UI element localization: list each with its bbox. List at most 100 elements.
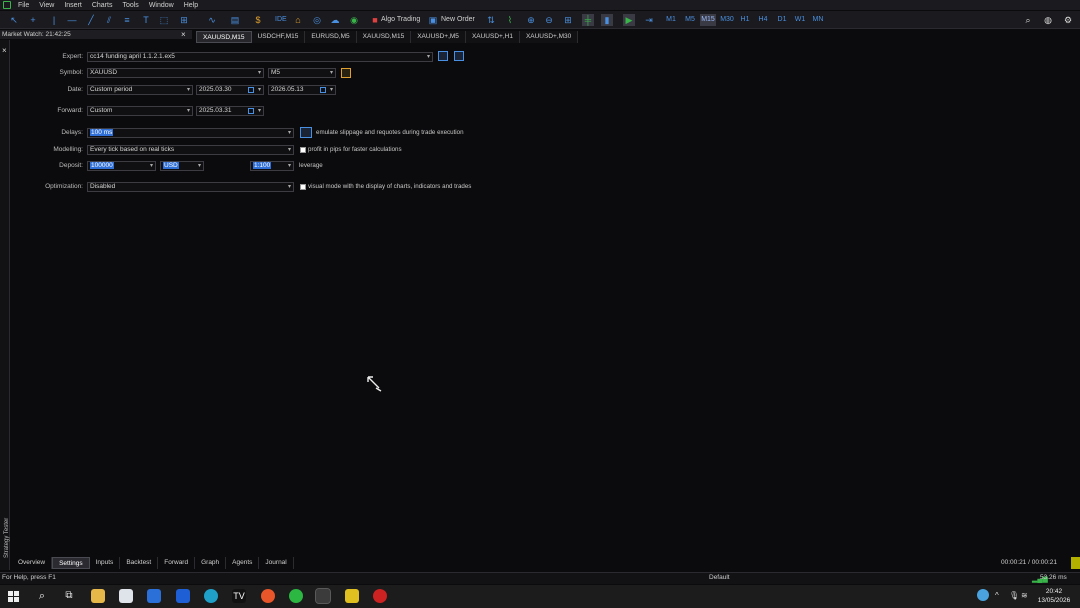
- microsoft-store-icon[interactable]: [119, 589, 133, 603]
- deposit-amount-select[interactable]: 100000 ▾: [87, 161, 156, 171]
- close-icon[interactable]: ×: [181, 30, 191, 39]
- date-mode-select[interactable]: Custom period ▾: [87, 85, 193, 95]
- tab-graph[interactable]: Graph: [195, 557, 227, 569]
- metatrader-app-icon[interactable]: [3, 1, 11, 9]
- timeframe-m5[interactable]: M5: [682, 14, 698, 26]
- tab-settings[interactable]: Settings: [52, 557, 90, 569]
- cursor-tool-icon[interactable]: ↖: [8, 14, 20, 26]
- optimization-select[interactable]: Disabled ▾: [87, 182, 294, 192]
- timeframe-h1[interactable]: H1: [737, 14, 753, 26]
- candlestick-icon[interactable]: ▮: [601, 14, 613, 26]
- vps-icon[interactable]: ◉: [348, 14, 360, 26]
- search-icon[interactable]: ⌕: [1022, 14, 1034, 26]
- timeframe-mn[interactable]: MN: [810, 14, 826, 26]
- deposit-currency-select[interactable]: USD ▾: [160, 161, 204, 171]
- algo-trading-icon[interactable]: ■: [369, 14, 381, 26]
- wifi-icon[interactable]: ≋: [1021, 589, 1031, 603]
- menu-window[interactable]: Window: [146, 2, 181, 9]
- autoscroll-icon[interactable]: ▶: [623, 14, 635, 26]
- chart-tab[interactable]: XAUUSD+,M30: [519, 31, 579, 43]
- ide-button[interactable]: IDE: [275, 14, 287, 26]
- new-order-button[interactable]: New Order: [441, 14, 475, 26]
- chart-tab[interactable]: USDCHF,M15: [251, 31, 306, 43]
- symbol-timeframe-select[interactable]: M5 ▾: [268, 68, 336, 78]
- symbol-select[interactable]: XAUUSD ▾: [87, 68, 264, 78]
- tab-backtest[interactable]: Backtest: [120, 557, 159, 569]
- expert-select[interactable]: cc14 funding april 1.1.2.1.ex5 ▾: [87, 52, 433, 62]
- chart-tab[interactable]: XAUUSD,M15: [356, 31, 412, 43]
- objects-menu-icon[interactable]: ⊞: [178, 14, 190, 26]
- tab-journal[interactable]: Journal: [259, 557, 294, 569]
- metatrader-taskbar-icon[interactable]: [315, 588, 331, 604]
- menu-view[interactable]: View: [36, 2, 61, 9]
- delays-settings-button[interactable]: [300, 127, 312, 138]
- notes-app-icon[interactable]: [345, 589, 359, 603]
- fibonacci-icon[interactable]: ≡: [121, 14, 133, 26]
- chart-tab[interactable]: EURUSD,M5: [305, 31, 357, 43]
- chart-tab[interactable]: XAUUSD,M15: [196, 31, 252, 43]
- tab-overview[interactable]: Overview: [12, 557, 53, 569]
- zoom-in-icon[interactable]: ⊕: [525, 14, 537, 26]
- taskbar-clock[interactable]: 20:42 13/05/2026: [1034, 587, 1074, 605]
- tray-chevron-icon[interactable]: ^: [995, 589, 1005, 603]
- mail-icon[interactable]: [147, 589, 161, 603]
- horizontal-line-icon[interactable]: —: [66, 14, 78, 26]
- close-icon[interactable]: ×: [2, 46, 7, 55]
- signal-icon[interactable]: ◎: [311, 14, 323, 26]
- trendline-icon[interactable]: ╱: [85, 14, 97, 26]
- task-view-icon[interactable]: ⧉: [62, 589, 76, 603]
- expert-properties-button[interactable]: [438, 51, 448, 61]
- new-order-icon[interactable]: ▣: [427, 14, 439, 26]
- search-icon[interactable]: ⌕: [35, 589, 49, 603]
- depth-of-market-icon[interactable]: ⇅: [485, 14, 497, 26]
- timeframe-h4[interactable]: H4: [755, 14, 771, 26]
- lock-icon[interactable]: ⌂: [292, 14, 304, 26]
- timeframe-d1[interactable]: D1: [774, 14, 790, 26]
- forward-mode-select[interactable]: Custom ▾: [87, 106, 193, 116]
- whatsapp-icon[interactable]: [289, 589, 303, 603]
- market-icon[interactable]: $: [252, 14, 264, 26]
- algo-trading-button[interactable]: Algo Trading: [381, 14, 420, 26]
- menu-help[interactable]: Help: [181, 2, 205, 9]
- weather-icon[interactable]: [977, 589, 989, 601]
- cloud-icon[interactable]: ☁: [329, 14, 341, 26]
- edge-browser-icon[interactable]: [204, 589, 218, 603]
- bar-chart-icon[interactable]: ╪: [582, 14, 594, 26]
- symbol-properties-button[interactable]: [341, 68, 351, 78]
- status-connection[interactable]: 53.26 ms: [1040, 574, 1067, 581]
- timeframe-m30[interactable]: M30: [719, 14, 735, 26]
- profit-in-pips-checkbox[interactable]: [300, 147, 306, 153]
- text-tool-icon[interactable]: T: [140, 14, 152, 26]
- settings-gear-icon[interactable]: ⚙: [1062, 14, 1074, 26]
- line-chart-icon[interactable]: ⌇: [504, 14, 516, 26]
- grid-icon[interactable]: ⊞: [562, 14, 574, 26]
- open-editor-button[interactable]: [454, 51, 464, 61]
- start-button[interactable]: [1071, 557, 1080, 569]
- timeframe-m15[interactable]: M15: [700, 14, 716, 26]
- menu-charts[interactable]: Charts: [89, 2, 120, 9]
- menu-tools[interactable]: Tools: [119, 2, 145, 9]
- tradingview-icon[interactable]: TV: [232, 589, 246, 603]
- indicators-icon[interactable]: ∿: [206, 14, 218, 26]
- zoom-out-icon[interactable]: ⊖: [543, 14, 555, 26]
- chrome-icon[interactable]: [373, 589, 387, 603]
- dropbox-icon[interactable]: [176, 589, 190, 603]
- tab-agents[interactable]: Agents: [226, 557, 260, 569]
- microphone-icon[interactable]: 🎙: [1009, 589, 1019, 603]
- vertical-line-icon[interactable]: |: [48, 14, 60, 26]
- firefox-icon[interactable]: [261, 589, 275, 603]
- templates-icon[interactable]: ▤: [229, 14, 241, 26]
- leverage-select[interactable]: 1:100 ▾: [250, 161, 294, 171]
- timeframe-m1[interactable]: M1: [663, 14, 679, 26]
- status-profile[interactable]: Default: [709, 574, 730, 581]
- visual-mode-checkbox[interactable]: [300, 184, 306, 190]
- channel-icon[interactable]: ⫽: [103, 14, 115, 26]
- menu-file[interactable]: File: [15, 2, 36, 9]
- forward-date-picker[interactable]: 2025.03.31 ▾: [196, 106, 264, 116]
- date-to-picker[interactable]: 2026.05.13 ▾: [268, 85, 336, 95]
- modelling-select[interactable]: Every tick based on real ticks ▾: [87, 145, 294, 155]
- date-from-picker[interactable]: 2025.03.30 ▾: [196, 85, 264, 95]
- crosshair-tool-icon[interactable]: +: [27, 14, 39, 26]
- file-explorer-icon[interactable]: [91, 589, 105, 603]
- menu-insert[interactable]: Insert: [61, 2, 89, 9]
